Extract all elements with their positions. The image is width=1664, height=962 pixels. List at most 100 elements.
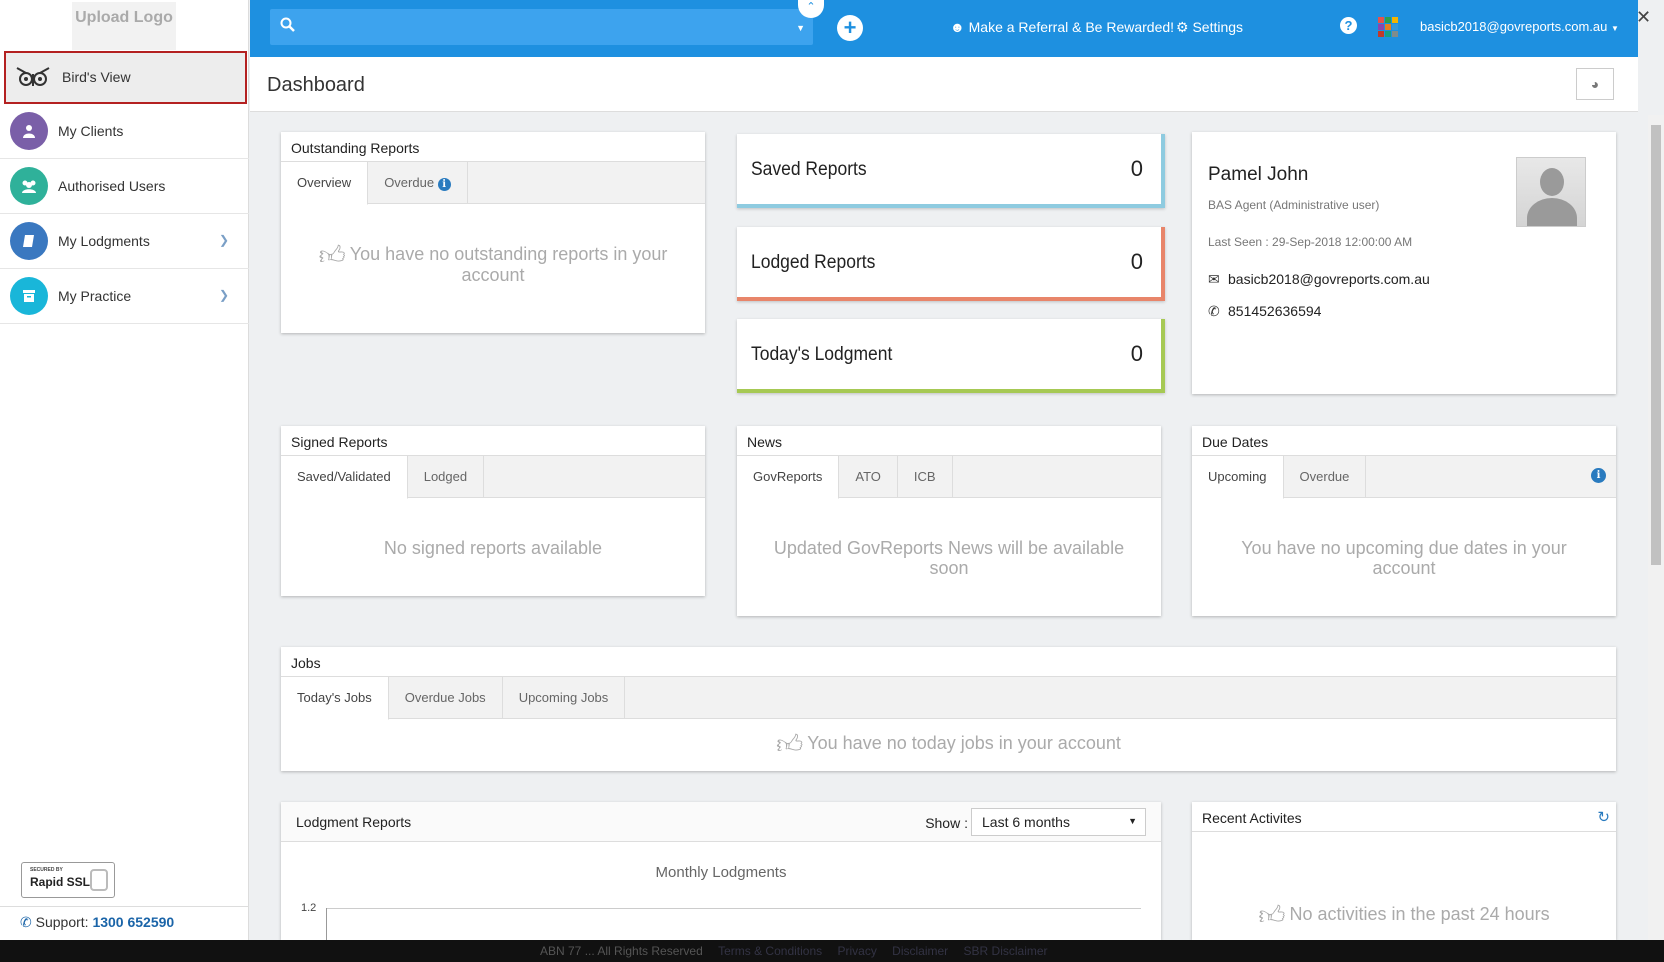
show-label: Show : bbox=[925, 815, 968, 831]
stat-value: 0 bbox=[1130, 156, 1143, 181]
sidebar-item-birds-view[interactable]: Bird's View bbox=[4, 51, 247, 104]
chevron-down-icon[interactable]: ❯ bbox=[219, 233, 229, 247]
support-phone-link[interactable]: 1300 652590 bbox=[92, 914, 174, 930]
chart-title: Monthly Lodgments bbox=[655, 864, 787, 881]
sidebar-item-label: My Practice bbox=[58, 288, 132, 304]
chevron-down-icon[interactable]: ❯ bbox=[219, 288, 229, 302]
tab-saved-validated[interactable]: Saved/Validated bbox=[281, 456, 408, 499]
due-dates-panel: Due Dates Upcoming Overdue i You have no… bbox=[1192, 426, 1616, 616]
tab-overdue[interactable]: Overdue i bbox=[368, 162, 468, 203]
scrollbar-thumb[interactable] bbox=[1651, 125, 1661, 565]
panel-header: Recent Activites ↻ bbox=[1192, 802, 1616, 832]
thumbs-up-icon: 👍︎ bbox=[318, 240, 346, 270]
help-icon[interactable]: ? bbox=[1340, 17, 1357, 34]
tab-label: Overdue bbox=[384, 175, 435, 190]
dashboard-gauge-button[interactable]: ◕ bbox=[1576, 68, 1614, 100]
footer-link-terms[interactable]: Terms & Conditions bbox=[718, 944, 822, 958]
tab-upcoming-jobs[interactable]: Upcoming Jobs bbox=[503, 677, 626, 718]
stat-label: Saved Reports bbox=[751, 159, 867, 180]
rapid-ssl-badge[interactable]: SECURED BY Rapid SSL bbox=[21, 862, 115, 898]
book-icon bbox=[10, 222, 48, 260]
upload-logo[interactable]: Upload Logo bbox=[72, 2, 176, 50]
chart-y-axis bbox=[326, 908, 327, 940]
empty-state: 👍︎ No activities in the past 24 hours bbox=[1192, 832, 1616, 928]
page-scrollbar[interactable] bbox=[1648, 115, 1664, 940]
jobs-panel: Jobs Today's Jobs Overdue Jobs Upcoming … bbox=[281, 647, 1616, 771]
panel-title: Signed Reports bbox=[281, 426, 705, 456]
referral-link[interactable]: ☻ Make a Referral & Be Rewarded! bbox=[950, 19, 1174, 35]
profile-card: Pamel John BAS Agent (Administrative use… bbox=[1192, 132, 1616, 394]
empty-message: No signed reports available bbox=[383, 538, 603, 558]
tab-todays-jobs[interactable]: Today's Jobs bbox=[281, 677, 389, 720]
caret-down-icon: ▼ bbox=[1128, 816, 1137, 826]
apps-grid-icon[interactable] bbox=[1378, 17, 1398, 37]
search-icon bbox=[280, 17, 295, 36]
profile-last-seen: Last Seen : 29-Sep-2018 12:00:00 AM bbox=[1208, 235, 1413, 249]
settings-link[interactable]: ⚙ Settings bbox=[1176, 19, 1243, 36]
tab-ato[interactable]: ATO bbox=[839, 456, 898, 497]
tab-govreports[interactable]: GovReports bbox=[737, 456, 840, 499]
panel-title: News bbox=[737, 426, 1161, 456]
info-icon[interactable]: i bbox=[1591, 468, 1606, 483]
tab-overview[interactable]: Overview bbox=[281, 162, 369, 205]
sidebar-item-my-lodgments[interactable]: My Lodgments ❯ bbox=[0, 214, 249, 269]
period-selected: Last 6 months bbox=[982, 814, 1070, 830]
sidebar-item-my-practice[interactable]: My Practice ❯ bbox=[0, 269, 249, 324]
lock-icon bbox=[90, 869, 108, 891]
footer-link-disclaimer[interactable]: Disclaimer bbox=[892, 944, 948, 958]
footer-link-sbr-disclaimer[interactable]: SBR Disclaimer bbox=[964, 944, 1048, 958]
y-axis-tick: 1.2 bbox=[301, 902, 317, 914]
profile-email-line: ✉ basicb2018@govreports.com.au bbox=[1208, 271, 1430, 288]
tab-lodged[interactable]: Lodged bbox=[408, 456, 485, 497]
tab-overdue[interactable]: Overdue bbox=[1284, 456, 1367, 497]
jobs-tabs: Today's Jobs Overdue Jobs Upcoming Jobs bbox=[281, 677, 1616, 720]
top-bar: ▼ ⌃ + ☻ Make a Referral & Be Rewarded! ⚙… bbox=[250, 0, 1638, 57]
close-icon[interactable]: ✕ bbox=[1636, 7, 1651, 28]
settings-label: Settings bbox=[1192, 19, 1244, 35]
panel-title: Lodgment Reports bbox=[296, 814, 412, 830]
news-tabs: GovReports ATO ICB bbox=[737, 456, 1161, 499]
lodged-reports-card[interactable]: Lodged Reports 0 bbox=[737, 227, 1165, 301]
phone-icon: ✆ bbox=[20, 914, 32, 930]
ssl-secured-text: SECURED BY bbox=[30, 867, 63, 873]
news-panel: News GovReports ATO ICB Updated GovRepor… bbox=[737, 426, 1161, 616]
sidebar-item-label: My Clients bbox=[58, 123, 124, 139]
search-input[interactable]: ▼ bbox=[270, 9, 813, 45]
sidebar-item-label: Bird's View bbox=[62, 69, 131, 85]
avatar[interactable] bbox=[1516, 157, 1586, 227]
outstanding-reports-panel: Outstanding Reports Overview Overdue i 👍… bbox=[281, 132, 705, 333]
panel-title: Due Dates bbox=[1192, 426, 1616, 456]
sidebar-item-authorised-users[interactable]: Authorised Users bbox=[0, 159, 249, 214]
refresh-icon[interactable]: ↻ bbox=[1597, 808, 1610, 826]
tab-overdue-jobs[interactable]: Overdue Jobs bbox=[389, 677, 503, 718]
add-button[interactable]: + bbox=[837, 15, 863, 41]
user-menu[interactable]: basicb2018@govreports.com.au ▼ bbox=[1420, 19, 1619, 34]
sidebar-item-my-clients[interactable]: My Clients bbox=[0, 104, 249, 159]
profile-phone: 851452636594 bbox=[1228, 303, 1322, 319]
empty-message: Updated GovReports News will be availabl… bbox=[773, 538, 1125, 578]
outstanding-tabs: Overview Overdue i bbox=[281, 162, 705, 205]
users-icon bbox=[10, 167, 48, 205]
caret-down-icon[interactable]: ▼ bbox=[796, 23, 805, 33]
empty-message: You have no today jobs in your account bbox=[807, 733, 1121, 753]
period-select[interactable]: Last 6 months ▼ bbox=[971, 808, 1146, 836]
saved-reports-card[interactable]: Saved Reports 0 bbox=[737, 134, 1165, 208]
profile-email[interactable]: basicb2018@govreports.com.au bbox=[1228, 271, 1430, 287]
empty-state: 👍︎ You have no outstanding reports in you… bbox=[281, 204, 705, 285]
todays-lodgment-card[interactable]: Today's Lodgment 0 bbox=[737, 319, 1165, 393]
tab-upcoming[interactable]: Upcoming bbox=[1192, 456, 1284, 499]
footer-link-privacy[interactable]: Privacy bbox=[837, 944, 876, 958]
tab-icb[interactable]: ICB bbox=[898, 456, 953, 497]
ssl-brand-text: Rapid SSL bbox=[30, 875, 91, 889]
stat-value: 0 bbox=[1130, 341, 1143, 366]
stat-label: Lodged Reports bbox=[751, 252, 876, 273]
phone-icon: ✆ bbox=[1208, 303, 1220, 319]
profile-phone-line: ✆ 851452636594 bbox=[1208, 303, 1321, 320]
info-icon[interactable]: i bbox=[437, 178, 451, 191]
stat-label: Today's Lodgment bbox=[751, 344, 893, 365]
empty-message: No activities in the past 24 hours bbox=[1289, 904, 1550, 924]
sidebar-nav: Bird's View My Clients Authorised Users … bbox=[0, 51, 249, 324]
support-label: Support: bbox=[35, 914, 89, 930]
panel-title: Outstanding Reports bbox=[281, 132, 705, 162]
panel-title: Recent Activites bbox=[1202, 810, 1302, 826]
